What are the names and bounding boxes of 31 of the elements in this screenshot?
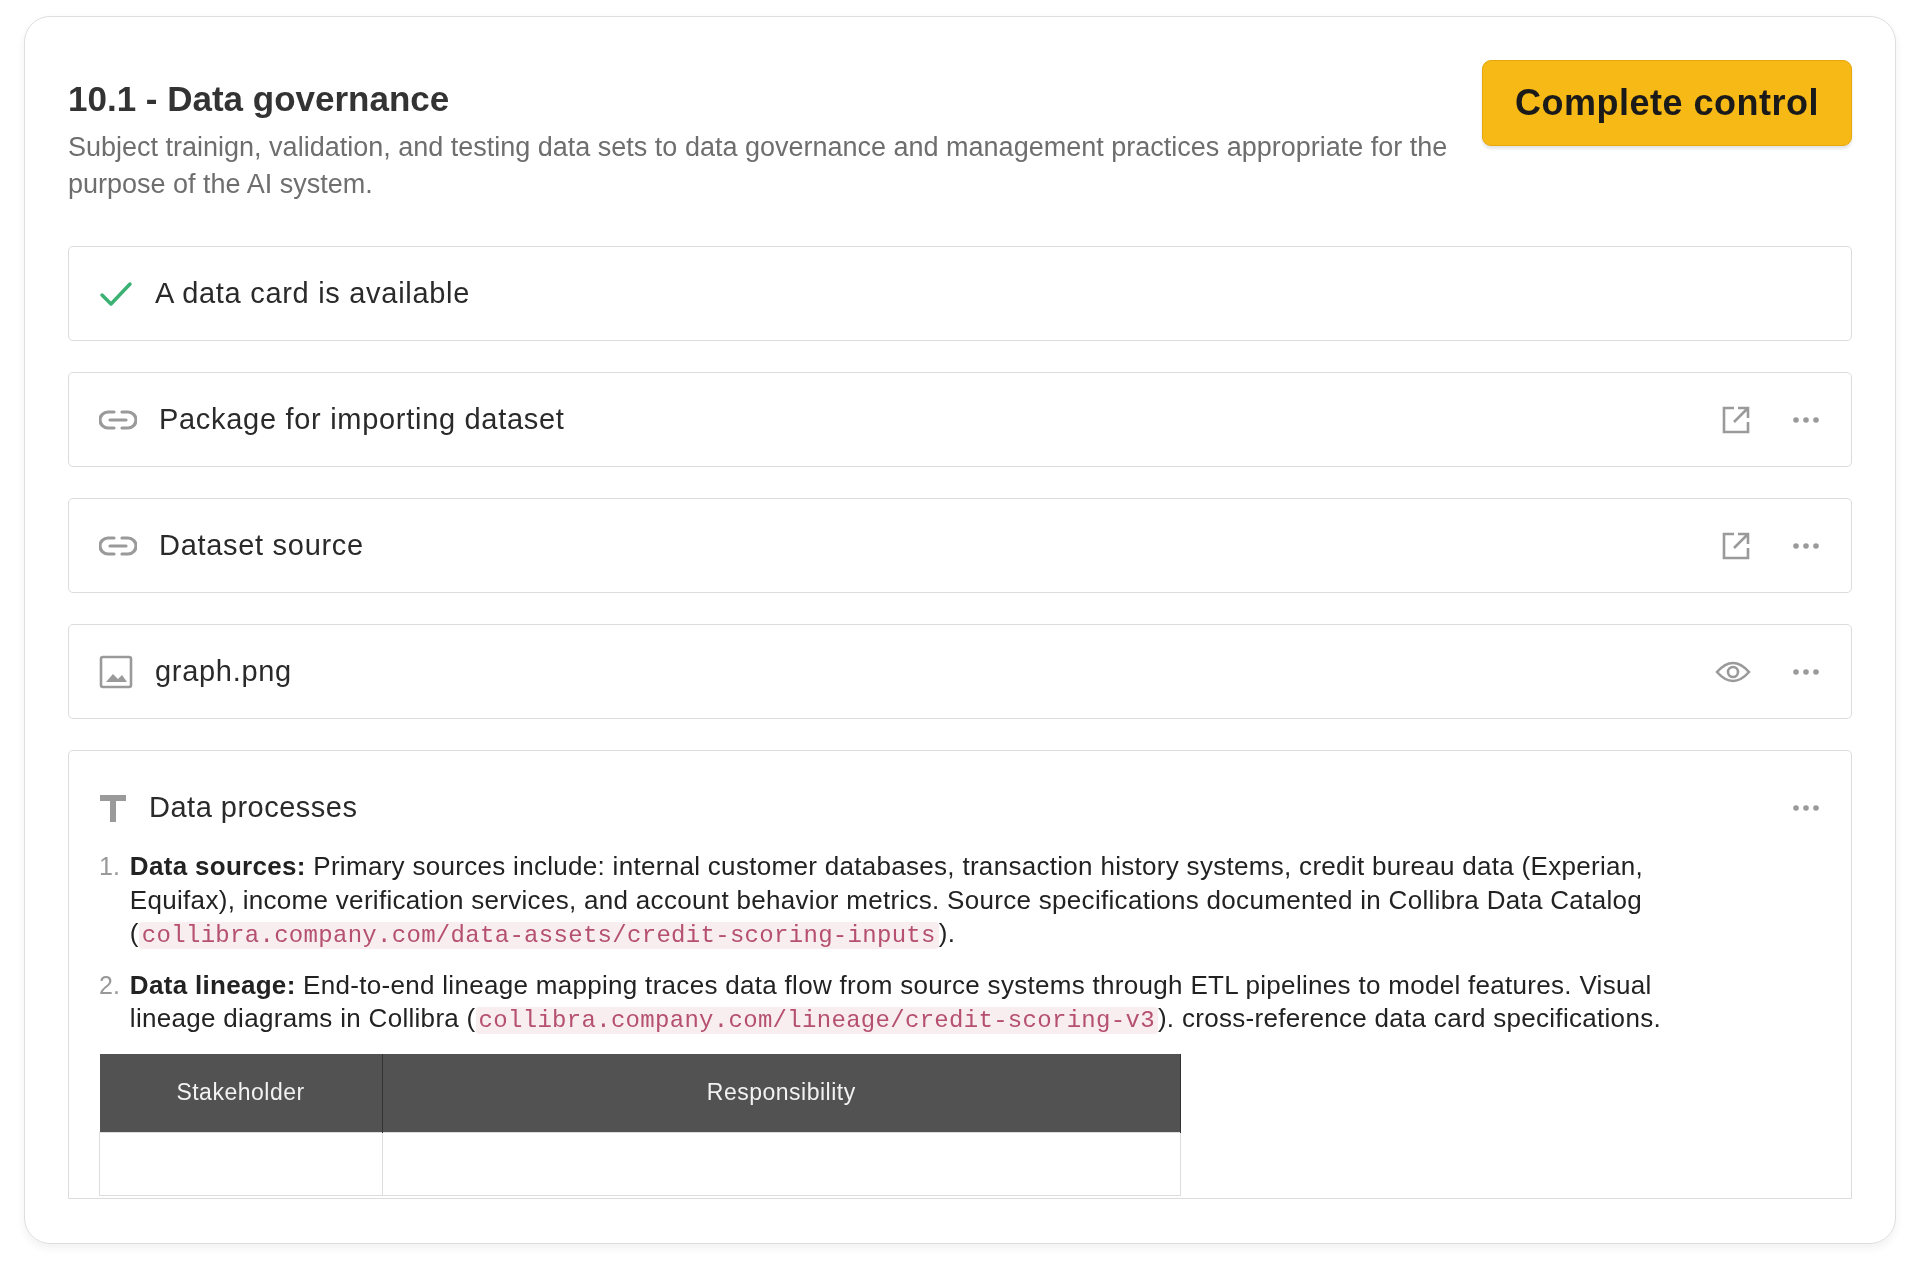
list-number: 2. [99, 969, 120, 1001]
evidence-label: Package for importing dataset [159, 403, 565, 436]
more-icon[interactable] [1793, 668, 1819, 675]
column-header: Stakeholder [99, 1053, 382, 1132]
text-icon [99, 793, 127, 822]
evidence-row[interactable]: graph.png [68, 624, 1852, 719]
external-link-icon[interactable] [1721, 530, 1751, 561]
link-icon [99, 534, 137, 557]
note-title: Data processes [149, 791, 358, 824]
more-icon[interactable] [1793, 416, 1819, 423]
more-icon[interactable] [1793, 804, 1819, 811]
external-link-icon[interactable] [1721, 404, 1751, 435]
evidence-row[interactable]: A data card is available [68, 246, 1852, 341]
list-number: 1. [99, 851, 120, 882]
complete-control-button[interactable]: Complete control [1482, 60, 1852, 146]
evidence-label: A data card is available [155, 277, 471, 310]
evidence-row[interactable]: Dataset source [68, 498, 1852, 593]
more-icon[interactable] [1793, 542, 1819, 549]
eye-icon[interactable] [1715, 659, 1751, 684]
list-paragraph: Data sources: Primary sources include: internal customer databases, transaction history systems, credit bureau data (Experian, Equifax), income verification services, and account behavior metrics. Source specifications documented in Collibra Data Catalog (collibra.company.com/data-assets/credit-scoring-inputs). [129, 850, 1645, 951]
evidence-label: Dataset source [159, 529, 364, 562]
code-snippet: collibra.company.com/lineage/credit-scoring-v3 [475, 1007, 1158, 1034]
column-header: Responsibility [382, 1053, 1181, 1132]
evidence-label: graph.png [155, 655, 292, 688]
link-icon [99, 408, 137, 431]
code-snippet: collibra.company.com/data-assets/credit-scoring-inputs [138, 922, 939, 949]
evidence-row[interactable]: Package for importing dataset [68, 372, 1852, 467]
list-paragraph: Data lineage: End-to-end lineage mapping traces data flow from source systems through ETL pipelines to model features. Visual lineage diagrams in Collibra (collibra.company.com/lineage/credit-scoring-v3). cross-reference data card specifications. [129, 968, 1662, 1036]
image-icon [99, 654, 133, 689]
control-description: Subject trainign, validation, and testing data sets to data governance and management practices appropriate for the purpose of the AI system. [68, 131, 1448, 201]
control-title: 10.1 - Data governance [68, 79, 451, 119]
